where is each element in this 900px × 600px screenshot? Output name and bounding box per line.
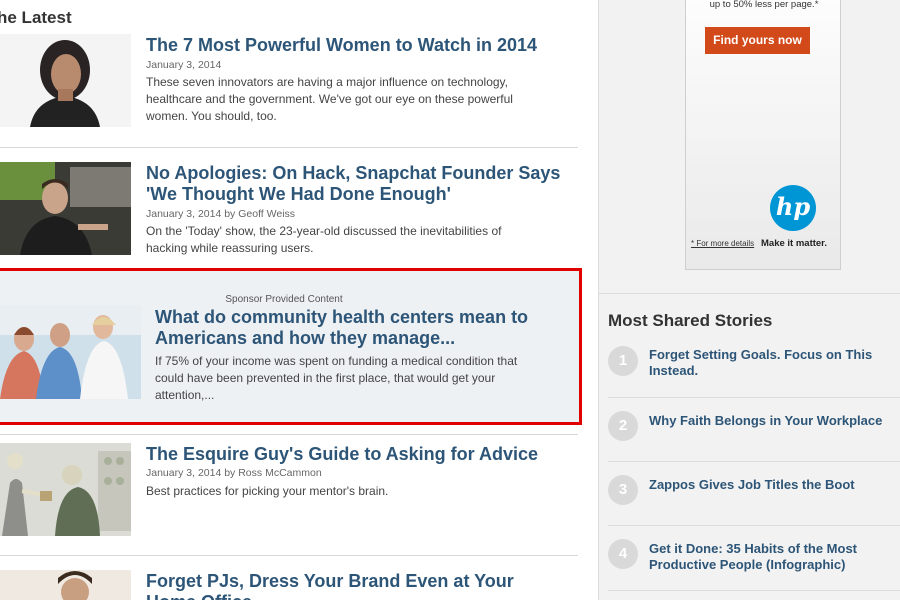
article-headline[interactable]: The 7 Most Powerful Women to Watch in 20… (146, 35, 537, 56)
most-shared-title: Most Shared Stories (608, 311, 773, 330)
most-shared-item[interactable]: 2 Why Faith Belongs in Your Workplace (608, 411, 900, 443)
article-thumbnail[interactable] (0, 34, 131, 127)
article-headline[interactable]: Forget PJs, Dress Your Brand Even at You… (146, 571, 514, 600)
most-shared-link[interactable]: Why Faith Belongs in Your Workplace (649, 413, 900, 429)
divider (608, 397, 900, 398)
divider (0, 147, 578, 148)
summary-line: hacking while reassuring users. (146, 241, 314, 255)
sponsored-headline[interactable]: What do community health centers mean to… (155, 307, 528, 349)
hp-advertisement[interactable]: up to 50% less per page.* Find yours now… (685, 0, 841, 270)
most-shared-link[interactable]: Forget Setting Goals. Focus on This Inst… (649, 347, 900, 379)
section-title-latest: he Latest (0, 8, 72, 27)
article-thumbnail[interactable] (0, 443, 131, 536)
hp-logo-icon[interactable]: hp (770, 185, 816, 231)
link-line[interactable]: Productive People (Infographic) (649, 557, 900, 573)
divider (608, 590, 900, 591)
summary-line: attention,... (155, 388, 215, 402)
headline-line[interactable]: Home Office (146, 592, 514, 600)
summary-line: healthcare and the government. We've got… (146, 92, 513, 106)
summary-line: Best practices for picking your mentor's… (146, 484, 389, 498)
article-date: January 3, 2014 (146, 59, 222, 71)
ad-slogan: Make it matter. (761, 238, 827, 249)
headline-line[interactable]: No Apologies: On Hack, Snapchat Founder … (146, 163, 560, 184)
rank-badge: 4 (608, 539, 638, 569)
sponsored-summary: If 75% of your income was spent on fundi… (155, 353, 517, 404)
article-thumbnail[interactable] (0, 162, 131, 255)
headline-line[interactable]: Americans and how they manage... (155, 328, 528, 349)
divider (0, 555, 578, 556)
headline-line[interactable]: Forget PJs, Dress Your Brand Even at You… (146, 571, 514, 592)
article-thumbnail[interactable] (0, 570, 131, 600)
summary-line: If 75% of your income was spent on fundi… (155, 354, 518, 368)
link-line[interactable]: Zappos Gives Job Titles the Boot (649, 477, 900, 493)
rank-badge: 3 (608, 475, 638, 505)
most-shared-item[interactable]: 4 Get it Done: 35 Habits of the Most Pro… (608, 539, 900, 579)
sponsor-label: Sponsor Provided Content (225, 294, 343, 305)
most-shared-item[interactable]: 3 Zappos Gives Job Titles the Boot (608, 475, 900, 507)
rank-badge: 2 (608, 411, 638, 441)
most-shared-link[interactable]: Zappos Gives Job Titles the Boot (649, 477, 900, 493)
main-content: he Latest The 7 Most Powerful Women to W… (0, 0, 598, 600)
divider (599, 293, 900, 294)
divider (608, 525, 900, 526)
rank-badge: 1 (608, 346, 638, 376)
link-line[interactable]: Instead. (649, 363, 900, 379)
most-shared-item[interactable]: 1 Forget Setting Goals. Focus on This In… (608, 346, 900, 386)
article-summary: Best practices for picking your mentor's… (146, 483, 388, 500)
article-thumbnail[interactable] (0, 305, 141, 399)
link-line[interactable]: Forget Setting Goals. Focus on This (649, 347, 900, 363)
most-shared-link[interactable]: Get it Done: 35 Habits of the Most Produ… (649, 541, 900, 573)
headline-line[interactable]: 'We Thought We Had Done Enough' (146, 184, 560, 205)
article-headline[interactable]: No Apologies: On Hack, Snapchat Founder … (146, 163, 560, 205)
article-date-author: January 3, 2014 by Geoff Weiss (146, 208, 296, 220)
link-line[interactable]: Why Faith Belongs in Your Workplace (649, 413, 900, 429)
ad-tagline: up to 50% less per page.* (709, 0, 819, 10)
divider (608, 461, 900, 462)
summary-line: On the 'Today' show, the 23-year-old dis… (146, 224, 502, 238)
summary-line: could have been prevented in the first p… (155, 371, 496, 385)
link-line[interactable]: Get it Done: 35 Habits of the Most (649, 541, 900, 557)
ad-find-yours-button[interactable]: Find yours now (705, 27, 810, 54)
summary-line: These seven innovators are having a majo… (146, 75, 508, 89)
sponsored-content-box[interactable]: Sponsor Provided Content What do communi… (0, 268, 582, 425)
headline-line[interactable]: What do community health centers mean to (155, 307, 528, 328)
divider (0, 434, 578, 435)
article-date-author: January 3, 2014 by Ross McCammon (146, 467, 322, 479)
article-summary: On the 'Today' show, the 23-year-old dis… (146, 223, 501, 257)
summary-line: women. You should, too. (146, 109, 277, 123)
article-headline[interactable]: The Esquire Guy's Guide to Asking for Ad… (146, 444, 538, 465)
article-summary: These seven innovators are having a majo… (146, 74, 513, 125)
ad-details-link[interactable]: * For more details (691, 239, 754, 248)
